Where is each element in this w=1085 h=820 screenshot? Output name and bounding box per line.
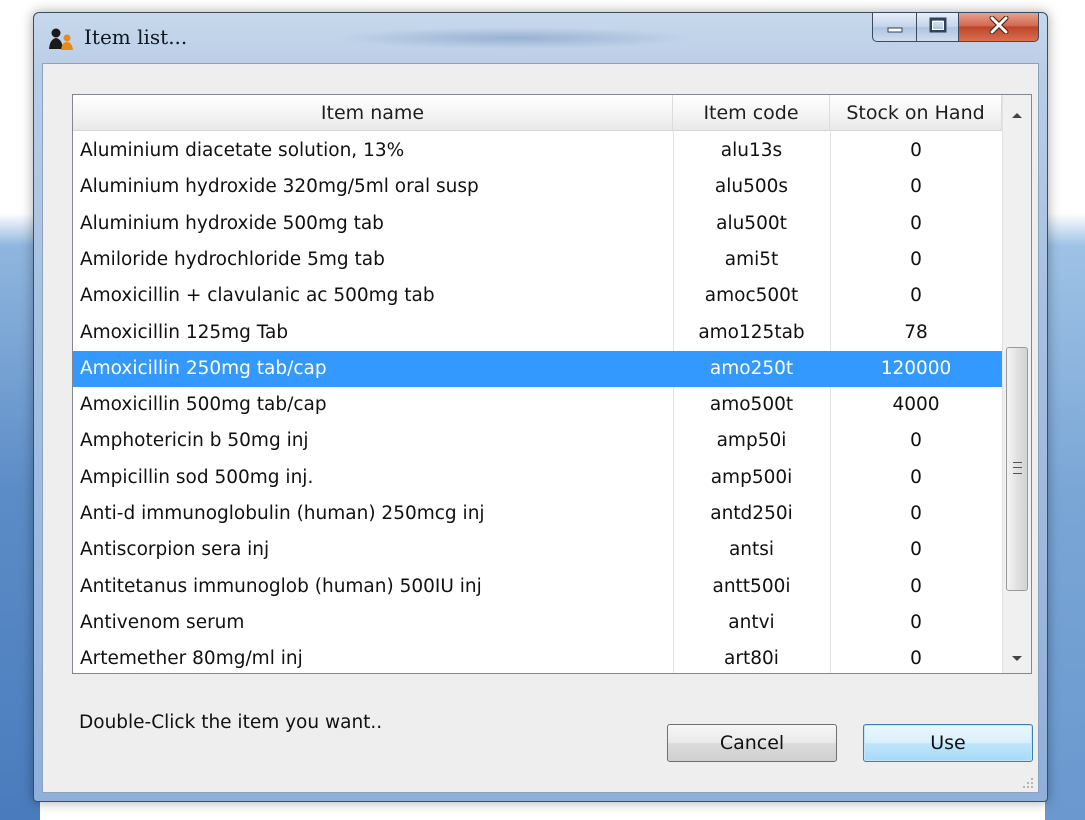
stock-on-hand-cell: 0	[910, 575, 922, 597]
stock-on-hand-cell: 78	[904, 321, 928, 343]
item-table: Item name Item code Stock on Hand Alumin…	[72, 94, 1032, 674]
item-name-cell: Amoxicillin 125mg Tab	[80, 321, 289, 343]
minimize-button[interactable]	[872, 12, 917, 42]
stock-on-hand-cell: 0	[910, 539, 922, 561]
app-people-icon	[48, 27, 74, 51]
stock-on-hand-cell: 0	[910, 285, 922, 307]
item-code-cell: amp500i	[710, 466, 793, 488]
item-code-cell: amo500t	[709, 394, 794, 416]
stock-on-hand-cell: 120000	[880, 357, 952, 379]
item-code-cell: ami5t	[724, 248, 779, 270]
item-name-cell: Aluminium hydroxide 500mg tab	[80, 212, 384, 234]
item-name-cell: Aluminium hydroxide 320mg/5ml oral susp	[80, 176, 479, 198]
item-name-cell: Amphotericin b 50mg inj	[80, 430, 309, 452]
scroll-down-arrow-icon	[1011, 648, 1023, 667]
scroll-up-arrow-icon	[1011, 104, 1023, 123]
instruction-text: Double-Click the item you want..	[79, 712, 383, 733]
table-row[interactable]: Amoxicillin 500mg tab/cap amo500t 4000	[73, 387, 1002, 423]
item-code-cell: antd250i	[710, 503, 793, 524]
item-name-cell: Amoxicillin 250mg tab/cap	[80, 357, 327, 379]
table-body: Aluminium diacetate solution, 13% alu13s 0…	[73, 131, 1002, 673]
scroll-down-button[interactable]	[1003, 643, 1031, 671]
table-row[interactable]: Aluminium hydroxide 500mg tab alu500t 0	[73, 206, 1002, 242]
maximize-button[interactable]	[917, 12, 959, 42]
stock-on-hand-cell: 0	[910, 248, 922, 270]
item-code-cell: alu13s	[720, 140, 783, 161]
maximize-icon	[929, 17, 947, 37]
table-row[interactable]: Antitetanus immunoglob (human) 500IU inj…	[73, 569, 1002, 605]
caption-buttons	[872, 12, 1039, 42]
item-name-cell: Anti-d immunoglobulin (human) 250mcg inj	[80, 503, 485, 524]
table-row[interactable]: Amoxicillin 125mg Tab amo125tab 78	[73, 315, 1002, 351]
item-code-cell: amp50i	[716, 430, 787, 452]
table-header: Item name Item code Stock on Hand	[73, 95, 1002, 131]
item-name-cell: Aluminium diacetate solution, 13%	[80, 140, 405, 161]
item-name-cell: Antiscorpion sera inj	[80, 539, 270, 561]
table-row[interactable]: Antivenom serum antvi 0	[73, 605, 1002, 641]
table-row[interactable]: Antiscorpion sera inj antsi 0	[73, 532, 1002, 568]
stock-on-hand-cell: 0	[910, 212, 922, 234]
item-name-cell: Amiloride hydrochloride 5mg tab	[80, 248, 385, 270]
window-title: Item list...	[84, 25, 188, 49]
item-code-cell: art80i	[724, 648, 779, 670]
table-row[interactable]: Amiloride hydrochloride 5mg tab ami5t 0	[73, 242, 1002, 278]
cancel-button[interactable]: Cancel	[667, 724, 837, 762]
table-row[interactable]: Ampicillin sod 500mg inj. amp500i 0	[73, 460, 1002, 496]
use-button[interactable]: Use	[863, 724, 1033, 762]
grip-lines-icon	[1013, 462, 1022, 474]
column-header-item-code[interactable]: Item code	[673, 95, 830, 131]
column-header-item-name[interactable]: Item name	[73, 95, 673, 131]
item-name-cell: Antitetanus immunoglob (human) 500IU inj	[80, 575, 482, 597]
item-code-cell: amo125tab	[698, 321, 805, 343]
table-row-selected[interactable]: Amoxicillin 250mg tab/cap amo250t 120000	[73, 350, 1002, 387]
stock-on-hand-cell: 0	[910, 648, 922, 670]
item-code-cell: antt500i	[712, 575, 791, 597]
item-name-cell: Antivenom serum	[80, 611, 245, 633]
minimize-icon	[887, 18, 903, 37]
close-icon	[989, 15, 1009, 38]
stock-on-hand-cell: 4000	[892, 394, 940, 416]
table-row[interactable]: Anti-d immunoglobulin (human) 250mcg inj…	[73, 496, 1002, 532]
scrollbar-thumb[interactable]	[1006, 347, 1028, 591]
stock-on-hand-cell: 0	[910, 466, 922, 488]
desktop-background-right	[1045, 0, 1085, 820]
stock-on-hand-cell: 0	[910, 176, 922, 198]
scroll-up-button[interactable]	[1003, 99, 1031, 127]
item-name-cell: Artemether 80mg/ml inj	[80, 648, 303, 670]
item-code-cell: antsi	[728, 539, 775, 561]
close-button[interactable]	[959, 12, 1039, 42]
stock-on-hand-cell: 0	[910, 503, 922, 524]
item-list-window: Item list... Item name Item code Stock o…	[33, 12, 1048, 802]
table-row[interactable]: Amphotericin b 50mg inj amp50i 0	[73, 423, 1002, 459]
item-name-cell: Amoxicillin 500mg tab/cap	[80, 394, 327, 416]
table-row[interactable]: Aluminium diacetate solution, 13% alu13s 0	[73, 133, 1002, 169]
stock-on-hand-cell: 0	[910, 430, 922, 452]
item-code-cell: amo250t	[709, 357, 794, 379]
stock-on-hand-cell: 0	[910, 140, 922, 161]
title-bar-glare	[334, 27, 694, 49]
table-row[interactable]: Artemether 80mg/ml inj art80i 0	[73, 641, 1002, 673]
title-bar[interactable]: Item list...	[34, 12, 1047, 63]
item-name-cell: Amoxicillin + clavulanic ac 500mg tab	[80, 285, 435, 307]
table-row[interactable]: Amoxicillin + clavulanic ac 500mg tab amo…	[73, 278, 1002, 314]
item-name-cell: Ampicillin sod 500mg inj.	[80, 466, 314, 488]
item-code-cell: antvi	[728, 611, 775, 633]
resize-grip-icon[interactable]	[1020, 774, 1034, 788]
column-header-stock-on-hand[interactable]: Stock on Hand	[830, 95, 1002, 131]
item-code-cell: alu500s	[714, 176, 789, 198]
item-code-cell: amoc500t	[704, 285, 799, 307]
vertical-scrollbar[interactable]	[1002, 95, 1031, 673]
stock-on-hand-cell: 0	[910, 611, 922, 633]
item-code-cell: alu500t	[716, 212, 787, 234]
dialog-body: Item name Item code Stock on Hand Alumin…	[42, 63, 1039, 793]
table-row[interactable]: Aluminium hydroxide 320mg/5ml oral susp a…	[73, 169, 1002, 205]
